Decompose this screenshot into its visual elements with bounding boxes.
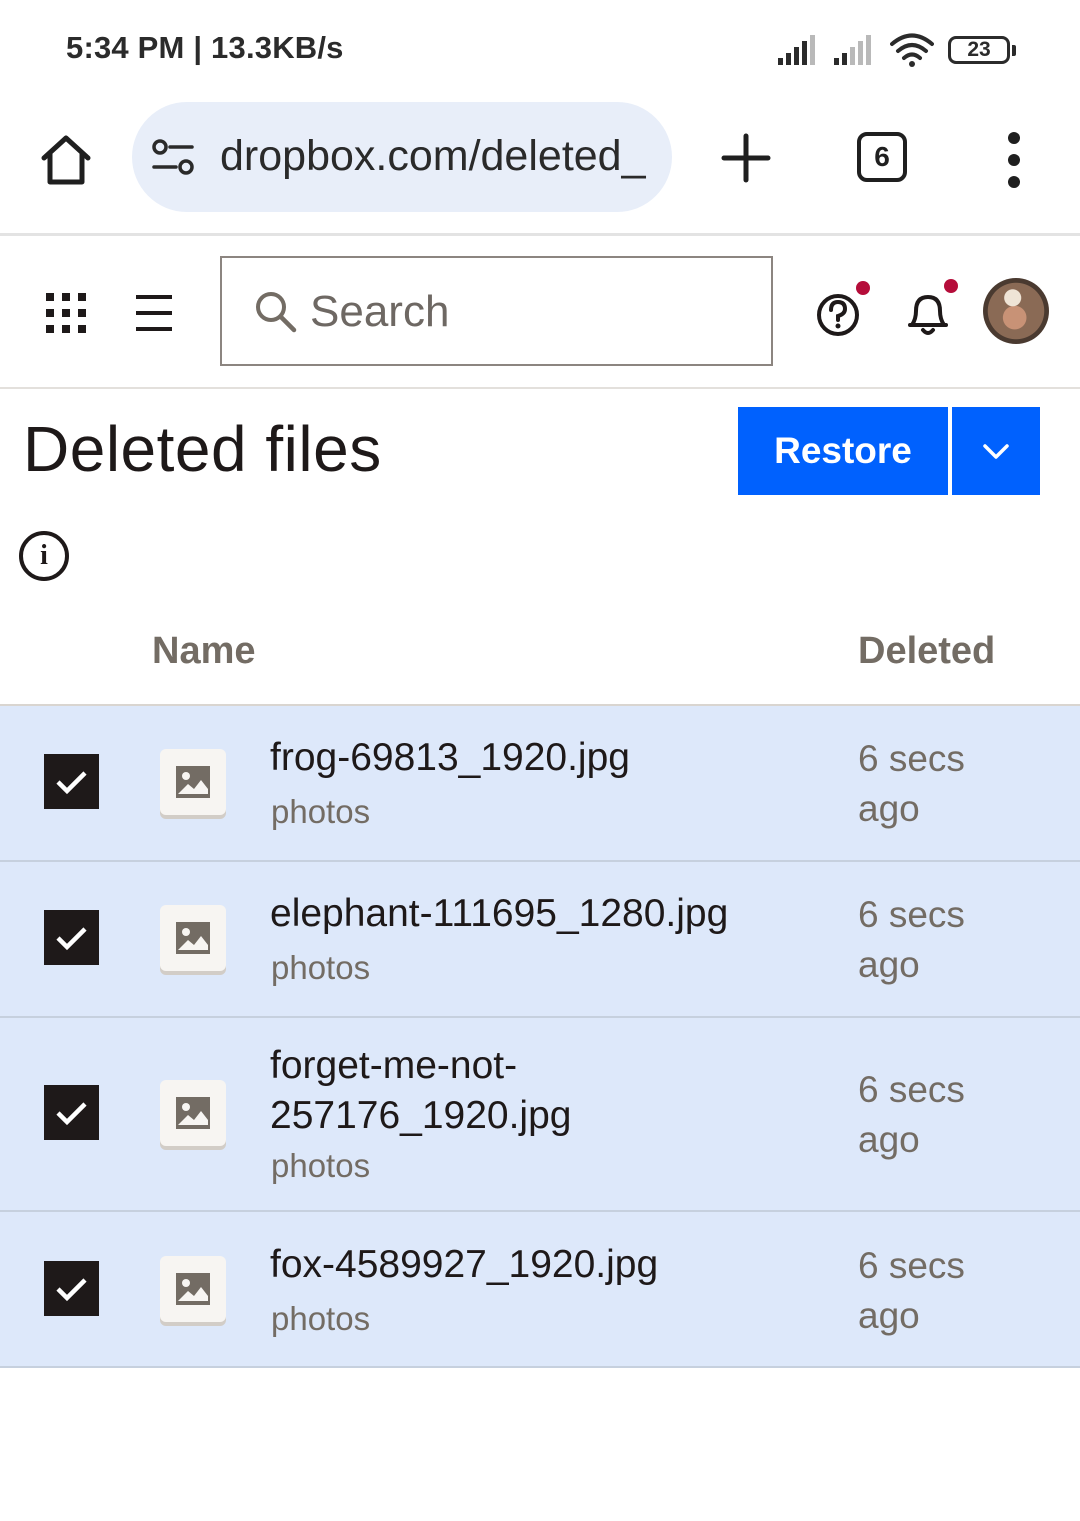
status-icons: 23 (778, 30, 1016, 70)
help-button[interactable] (814, 281, 870, 339)
row-checkbox[interactable] (44, 1085, 99, 1140)
check-icon (56, 927, 87, 951)
restore-button[interactable]: Restore (738, 407, 948, 495)
row-checkbox[interactable] (44, 1261, 99, 1316)
url-bar[interactable]: dropbox.com/deleted_ (132, 102, 672, 212)
column-header-name[interactable]: Name (152, 630, 256, 673)
home-icon[interactable] (36, 130, 96, 190)
app-grid-icon[interactable] (44, 291, 88, 335)
deleted-time: 6 secs ago (858, 1245, 965, 1336)
search-box[interactable] (220, 256, 773, 366)
deleted-time: 6 secs ago (858, 1069, 965, 1160)
app-header (0, 239, 1080, 389)
search-icon (256, 292, 297, 333)
signal-icon (834, 35, 871, 65)
deleted-time: 6 secs ago (858, 894, 965, 985)
table-row[interactable]: forget-me-not-257176_1920.jpg photos 6 s… (0, 1018, 1080, 1212)
image-file-icon (160, 905, 226, 971)
check-icon (56, 771, 87, 795)
restore-dropdown-button[interactable] (952, 407, 1040, 495)
bell-icon (908, 295, 948, 335)
info-icon[interactable]: i (19, 531, 69, 581)
image-file-icon (160, 1080, 226, 1146)
battery-level: 23 (948, 36, 1010, 64)
wifi-icon (890, 33, 934, 67)
help-icon (817, 294, 859, 336)
battery-icon: 23 (948, 34, 1016, 66)
notifications-button[interactable] (902, 279, 958, 339)
status-time: 5:34 PM | 13.3KB/s (66, 30, 344, 65)
avatar[interactable] (983, 278, 1049, 344)
row-checkbox[interactable] (44, 754, 99, 809)
file-name[interactable]: elephant-111695_1280.jpg (270, 889, 728, 939)
menu-icon[interactable] (134, 293, 174, 333)
row-checkbox[interactable] (44, 910, 99, 965)
check-icon (56, 1278, 87, 1302)
file-location: photos (271, 1147, 371, 1184)
search-input[interactable] (310, 280, 750, 344)
bell-notification-dot (944, 279, 958, 293)
file-location: photos (271, 793, 371, 830)
column-header-deleted[interactable]: Deleted (858, 630, 995, 673)
chevron-down-icon (983, 444, 1009, 459)
file-location: photos (271, 1300, 371, 1337)
help-notification-dot (856, 281, 870, 295)
check-icon (56, 1102, 87, 1126)
file-location: photos (271, 949, 371, 986)
table-row[interactable]: frog-69813_1920.jpg photos 6 secs ago (0, 706, 1080, 862)
table-row[interactable]: fox-4589927_1920.jpg photos 6 secs ago (0, 1212, 1080, 1368)
url-text[interactable]: dropbox.com/deleted_ (220, 132, 652, 181)
deleted-time: 6 secs ago (858, 738, 965, 829)
file-name[interactable]: frog-69813_1920.jpg (270, 733, 630, 783)
table-row[interactable]: elephant-111695_1280.jpg photos 6 secs a… (0, 862, 1080, 1018)
site-settings-icon[interactable] (150, 138, 198, 176)
page-title: Deleted files (23, 413, 382, 485)
browser-toolbar: dropbox.com/deleted_ 6 (0, 100, 1080, 236)
file-name[interactable]: fox-4589927_1920.jpg (270, 1240, 658, 1290)
new-tab-icon[interactable] (718, 130, 774, 186)
image-file-icon (160, 749, 226, 815)
signal-icon (778, 35, 815, 65)
image-file-icon (160, 1256, 226, 1322)
tab-switcher-button[interactable]: 6 (857, 132, 907, 182)
status-bar: 5:34 PM | 13.3KB/s 23 (0, 0, 1080, 100)
file-name[interactable]: forget-me-not-257176_1920.jpg (270, 1041, 630, 1141)
more-options-icon[interactable] (996, 130, 1032, 190)
